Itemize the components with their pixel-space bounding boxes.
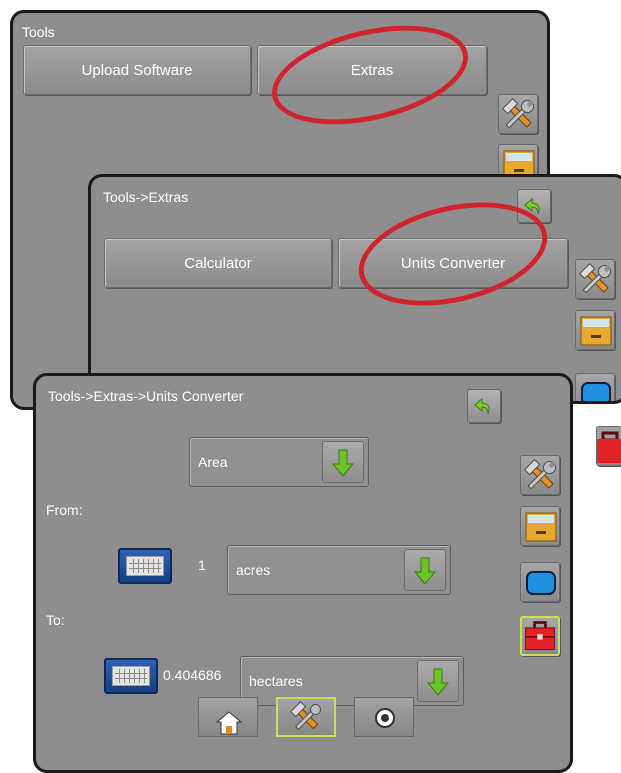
tools-side-button[interactable]	[575, 259, 615, 299]
home-tab[interactable]	[198, 697, 258, 737]
extras-screen: Tools->Extras Calculator Units Converter	[88, 174, 621, 404]
chevron-down-icon	[426, 668, 450, 696]
dropdown-arrow-button[interactable]	[417, 660, 459, 702]
category-value: Area	[198, 454, 228, 470]
page-title: Tools	[22, 24, 55, 40]
toolbox-icon	[525, 621, 555, 650]
tools-side-button[interactable]	[520, 455, 560, 495]
tools-icon	[579, 263, 611, 294]
dropdown-arrow-button[interactable]	[404, 549, 446, 591]
dropdown-arrow-button[interactable]	[322, 441, 364, 483]
from-value[interactable]: 1	[198, 557, 206, 573]
data-side-button[interactable]	[520, 506, 560, 546]
calculator-button[interactable]: Calculator	[104, 238, 332, 288]
data-side-button[interactable]	[575, 310, 615, 350]
back-button[interactable]	[467, 389, 501, 423]
screen-icon	[526, 571, 556, 595]
page-title: Tools->Extras	[103, 189, 189, 205]
home-icon	[215, 711, 243, 735]
from-label: From:	[46, 502, 83, 518]
category-select[interactable]: Area	[189, 437, 369, 487]
from-unit-select[interactable]: acres	[227, 545, 451, 595]
tools-tab[interactable]	[276, 697, 336, 737]
toolbox-side-button[interactable]	[596, 426, 621, 466]
keyboard-icon	[112, 666, 150, 686]
bottom-nav	[160, 697, 414, 737]
tools-side-button[interactable]	[498, 94, 538, 134]
tools-icon	[524, 459, 556, 490]
screen-side-button[interactable]	[520, 562, 560, 602]
chevron-down-icon	[413, 557, 437, 585]
toolbox-icon	[597, 431, 621, 463]
keyboard-icon	[126, 556, 164, 576]
to-keyboard-button[interactable]	[104, 658, 158, 694]
upload-software-button[interactable]: Upload Software	[23, 45, 251, 95]
screen-icon	[581, 382, 611, 401]
camera-tab[interactable]	[354, 697, 414, 737]
page-title: Tools->Extras->Units Converter	[48, 388, 244, 404]
tools-icon	[502, 98, 534, 129]
from-unit-value: acres	[236, 562, 271, 578]
to-value: 0.404686	[163, 667, 222, 683]
to-label: To:	[46, 612, 65, 628]
back-arrow-icon	[474, 397, 490, 415]
chevron-down-icon	[331, 449, 355, 477]
toolbox-side-button[interactable]	[520, 616, 560, 656]
tools-icon	[290, 701, 321, 731]
file-cabinet-icon	[580, 316, 612, 346]
camera-icon	[375, 708, 395, 728]
screen-side-button[interactable]	[575, 373, 615, 401]
file-cabinet-icon	[525, 512, 557, 542]
from-keyboard-button[interactable]	[118, 548, 172, 584]
